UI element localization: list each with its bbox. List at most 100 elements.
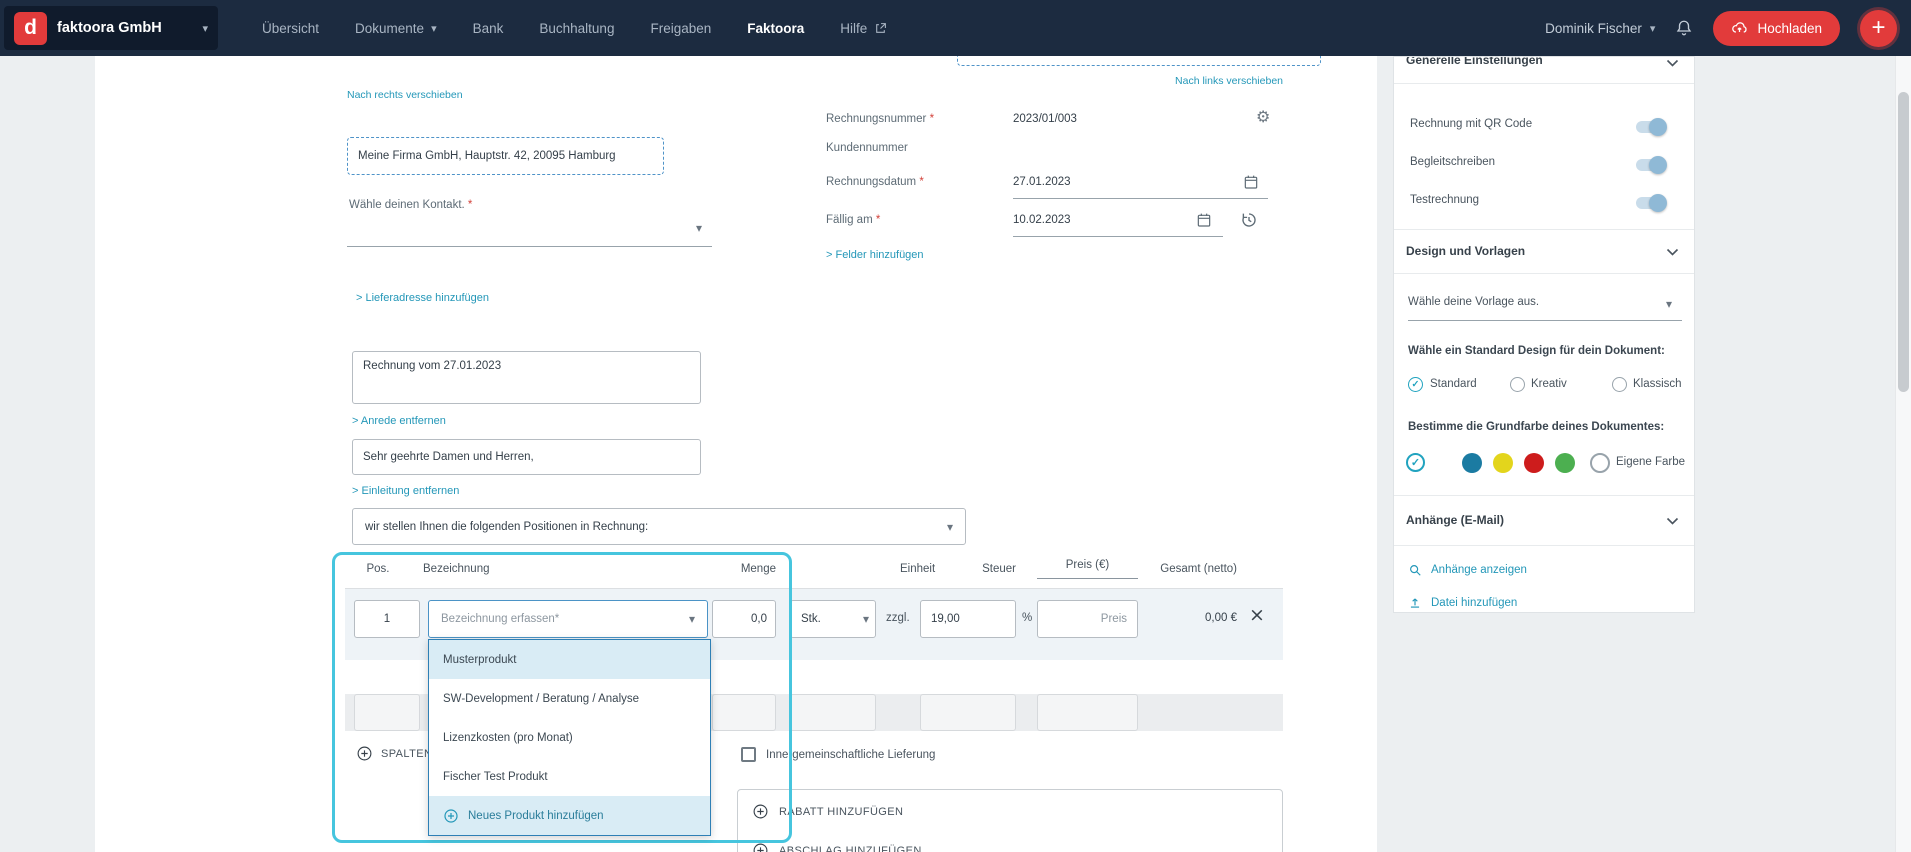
unit-select[interactable]: Stk. ▾: [790, 600, 876, 638]
design-radio-standard[interactable]: ✓: [1408, 377, 1423, 392]
position-number-value: 1: [384, 613, 390, 625]
add-fields-link[interactable]: > Felder hinzufügen: [826, 249, 924, 261]
chevron-down-icon: ▾: [689, 613, 695, 625]
remove-salutation-link[interactable]: > Anrede entfernen: [352, 415, 446, 427]
invoice-number-value[interactable]: 2023/01/003: [1013, 113, 1077, 125]
history-icon[interactable]: [1240, 211, 1258, 229]
subject-field[interactable]: Rechnung vom 27.01.2023: [352, 351, 701, 404]
tax-suffix-label: %: [1022, 612, 1032, 624]
nav-hilfe[interactable]: Hilfe: [840, 21, 887, 36]
design-radio-klassisch[interactable]: [1612, 377, 1627, 392]
contact-select-underline[interactable]: [347, 246, 712, 247]
nav-uebersicht[interactable]: Übersicht: [262, 21, 319, 36]
salutation-field[interactable]: Sehr geehrte Damen und Herren,: [352, 439, 701, 475]
tax-input[interactable]: 19,00: [920, 600, 1016, 638]
chevron-down-icon: ▾: [863, 613, 869, 625]
top-navbar: d faktoora GmbH ▾ Übersicht Dokumente ▾ …: [0, 0, 1911, 56]
nav-dokumente[interactable]: Dokumente ▾: [355, 21, 437, 36]
invoice-date-label: Rechnungsdatum *: [826, 176, 924, 188]
cover-letter-toggle[interactable]: [1636, 159, 1666, 171]
add-file-link[interactable]: Datei hinzufügen: [1408, 596, 1517, 610]
product-option[interactable]: Lizenzkosten (pro Monat): [429, 718, 710, 757]
chevron-down-icon: ▾: [202, 23, 208, 34]
toggle-knob: [1649, 194, 1667, 212]
chevron-down-icon[interactable]: ▾: [696, 222, 702, 234]
create-new-button[interactable]: +: [1860, 10, 1897, 47]
add-discount-label: RABATT HINZUFÜGEN: [779, 806, 903, 818]
price-input[interactable]: Preis: [1037, 600, 1138, 638]
description-placeholder: Bezeichnung erfassen*: [441, 613, 559, 625]
due-date-underline: [1013, 236, 1223, 237]
quantity-input[interactable]: 0,0: [712, 600, 776, 638]
chevron-down-icon: ▾: [431, 23, 437, 34]
product-option[interactable]: Musterprodukt: [429, 640, 710, 679]
nav-bank[interactable]: Bank: [473, 21, 504, 36]
nav-buchhaltung[interactable]: Buchhaltung: [539, 21, 614, 36]
invoice-date-underline: [1013, 198, 1268, 199]
remove-intro-link[interactable]: > Einleitung entfernen: [352, 485, 459, 497]
add-new-product-label: Neues Produkt hinzufügen: [468, 810, 604, 822]
color-swatch-yellow[interactable]: [1493, 453, 1513, 473]
chevron-down-icon: ▾: [947, 521, 953, 533]
position-number-input-disabled: [354, 694, 420, 731]
nav-faktoora[interactable]: Faktoora: [747, 21, 804, 36]
chevron-down-icon[interactable]: ▾: [1666, 298, 1672, 310]
invoice-date-value[interactable]: 27.01.2023: [1013, 176, 1071, 188]
company-switcher[interactable]: d faktoora GmbH ▾: [4, 6, 218, 50]
add-new-product-option[interactable]: Neues Produkt hinzufügen: [429, 796, 710, 835]
scrollbar-track[interactable]: [1895, 0, 1911, 852]
chevron-down-icon[interactable]: [1666, 59, 1679, 68]
test-invoice-toggle[interactable]: [1636, 197, 1666, 209]
chevron-down-icon[interactable]: [1666, 248, 1679, 257]
upload-button[interactable]: Hochladen: [1713, 11, 1840, 46]
chevron-down-icon[interactable]: [1666, 517, 1679, 526]
general-settings-title[interactable]: Generelle Einstellungen: [1406, 56, 1543, 67]
add-surcharge-button[interactable]: ABSCHLAG HINZUFÜGEN: [752, 842, 922, 852]
add-delivery-address-link[interactable]: > Lieferadresse hinzufügen: [356, 292, 489, 304]
col-header-description: Bezeichnung: [423, 563, 490, 575]
price-placeholder: Preis: [1101, 613, 1127, 625]
invoice-editor-page: d faktoora GmbH ▾ Übersicht Dokumente ▾ …: [0, 0, 1911, 852]
nav-freigaben[interactable]: Freigaben: [650, 21, 711, 36]
description-select[interactable]: Bezeichnung erfassen* ▾: [428, 600, 708, 638]
template-select-value[interactable]: Wähle deine Vorlage aus.: [1408, 296, 1539, 308]
show-attachments-link[interactable]: Anhänge anzeigen: [1408, 563, 1527, 577]
calendar-icon[interactable]: [1196, 212, 1212, 228]
design-templates-title[interactable]: Design und Vorlagen: [1406, 244, 1525, 258]
user-menu[interactable]: Dominik Fischer ▾: [1545, 21, 1655, 36]
color-swatch-blue[interactable]: [1462, 453, 1482, 473]
calendar-icon[interactable]: [1243, 174, 1259, 190]
position-number-input[interactable]: 1: [354, 600, 420, 638]
color-swatch-red[interactable]: [1524, 453, 1544, 473]
add-discount-button[interactable]: RABATT HINZUFÜGEN: [752, 803, 903, 820]
cloud-upload-icon: [1731, 20, 1748, 37]
move-left-link[interactable]: Nach links verschieben: [1163, 75, 1283, 87]
bell-icon[interactable]: [1675, 19, 1693, 37]
edit-columns-label: SPALTEN: [381, 748, 432, 760]
divider: [1394, 273, 1694, 274]
intra-community-checkbox[interactable]: [741, 747, 756, 762]
design-radio-kreativ-label: Kreativ: [1531, 378, 1567, 390]
quantity-input-disabled: [712, 694, 776, 731]
company-name: faktoora GmbH: [57, 20, 162, 36]
tax-prefix-label: zzgl.: [886, 612, 910, 624]
color-swatch-green[interactable]: [1555, 453, 1575, 473]
customer-number-label: Kundennummer: [826, 142, 908, 154]
product-option[interactable]: SW-Development / Beratung / Analyse: [429, 679, 710, 718]
unit-input-disabled: [790, 694, 876, 731]
intro-select[interactable]: wir stellen Ihnen die folgenden Position…: [352, 508, 966, 545]
delete-row-icon[interactable]: ×: [1249, 604, 1265, 626]
gear-icon[interactable]: ⚙: [1256, 107, 1270, 126]
product-option[interactable]: Fischer Test Produkt: [429, 757, 710, 796]
custom-color-swatch[interactable]: [1590, 453, 1610, 473]
edit-columns-button[interactable]: SPALTEN: [356, 745, 432, 762]
selected-color-check[interactable]: ✓: [1406, 453, 1425, 472]
move-right-link[interactable]: Nach rechts verschieben: [347, 89, 463, 101]
sender-address-field[interactable]: Meine Firma GmbH, Hauptstr. 42, 20095 Ha…: [347, 137, 664, 175]
qr-toggle[interactable]: [1636, 121, 1666, 133]
design-radio-kreativ[interactable]: [1510, 377, 1525, 392]
due-date-value[interactable]: 10.02.2023: [1013, 214, 1071, 226]
scrollbar-thumb[interactable]: [1898, 92, 1909, 392]
plus-circle-icon: [443, 808, 459, 824]
attachments-title[interactable]: Anhänge (E-Mail): [1406, 513, 1504, 527]
